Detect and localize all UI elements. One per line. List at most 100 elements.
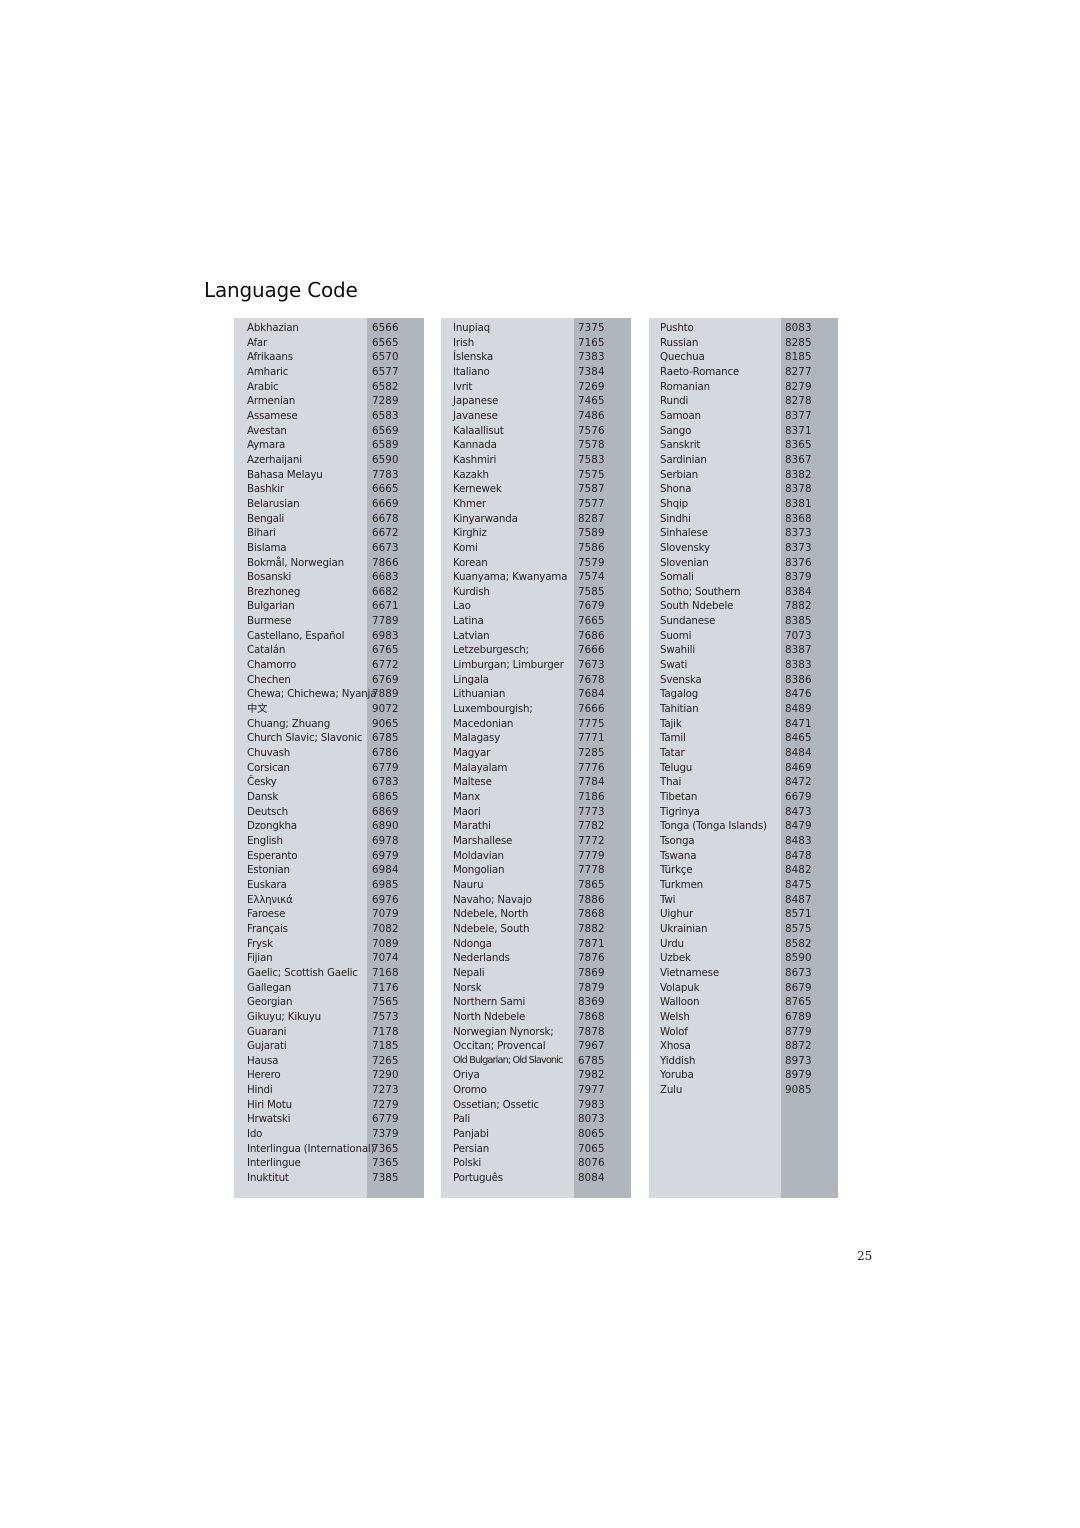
- language-code: 7666: [578, 703, 605, 716]
- language-code: 6783: [372, 776, 399, 789]
- language-name: Polski: [453, 1157, 481, 1170]
- table-row: Fijian 7074: [234, 951, 424, 966]
- table-row: Assamese 6583: [234, 409, 424, 424]
- table-row: Estonian 6984: [234, 863, 424, 878]
- table-row: Pali 8073: [441, 1112, 631, 1127]
- language-code: 8382: [785, 468, 812, 481]
- language-name: Welsh: [660, 1010, 690, 1023]
- table-row: Catalán 6765: [234, 643, 424, 658]
- language-code: 8277: [785, 365, 812, 378]
- table-row: Occitan; Provencal 7967: [441, 1039, 631, 1054]
- table-row: Faroese 7079: [234, 907, 424, 922]
- table-row: Sundanese 8385: [649, 614, 838, 629]
- language-code: 7585: [578, 585, 605, 598]
- language-name: Ndebele, North: [453, 908, 529, 921]
- language-name: Interlingua (International): [247, 1142, 375, 1155]
- language-name: Gaelic; Scottish Gaelic: [247, 966, 358, 979]
- language-code: 8472: [785, 776, 812, 789]
- language-name: Gallegan: [247, 981, 292, 994]
- table-row: Dzongkha 6890: [234, 819, 424, 834]
- table-row: Chechen 6769: [234, 673, 424, 688]
- table-row: Kurdish 7585: [441, 585, 631, 600]
- language-name: Telugu: [660, 761, 693, 774]
- language-name: Turkmen: [660, 878, 703, 891]
- language-code: 7789: [372, 615, 399, 628]
- table-row: Slovenian 8376: [649, 556, 838, 571]
- language-name: Sindhi: [660, 512, 691, 525]
- language-name: Raeto-Romance: [660, 365, 740, 378]
- language-code: 7384: [578, 365, 605, 378]
- language-code: 6865: [372, 791, 399, 803]
- language-code: 7365: [372, 1142, 399, 1155]
- table-row: Magyar 7285: [441, 746, 631, 761]
- language-code: 7871: [578, 937, 605, 950]
- language-name: Sango: [660, 424, 692, 437]
- language-name: Moldavian: [453, 849, 504, 862]
- table-rows: Pushto 8083 Russian 8285 Quechua 8185 Raeto-Ro…: [649, 321, 838, 1098]
- language-code: 7575: [578, 468, 605, 481]
- language-name: Quechua: [660, 351, 705, 364]
- language-code: 7775: [578, 717, 605, 730]
- table-row: Inuktitut 7385: [234, 1171, 424, 1186]
- language-name: Azerhaijani: [247, 453, 302, 466]
- table-row: Tahitian 8489: [649, 702, 838, 717]
- language-code: 8378: [785, 483, 812, 496]
- language-code: 7879: [578, 981, 605, 994]
- table-row: Sanskrit 8365: [649, 438, 838, 453]
- language-code: 7782: [578, 820, 605, 833]
- table-row: Ivrit 7269: [441, 380, 631, 395]
- table-row: Hindi 7273: [234, 1083, 424, 1098]
- table-row: Church Slavic; Slavonic 6785: [234, 731, 424, 746]
- language-code-table-column-2: Inupiaq 7375 Irish 7165 Íslenska 7383 Italiano…: [441, 318, 631, 1198]
- language-code: 6789: [785, 1010, 812, 1023]
- language-name: Slovenian: [660, 556, 709, 569]
- table-row: Navaho; Navajo 7886: [441, 893, 631, 908]
- language-name: Afar: [247, 336, 268, 349]
- language-name: Corsican: [247, 761, 290, 774]
- table-row: Norwegian Nynorsk; 7878: [441, 1025, 631, 1040]
- language-name: Sotho; Southern: [660, 585, 741, 598]
- table-row: Japanese 7465: [441, 394, 631, 409]
- language-code: 7967: [578, 1040, 605, 1053]
- table-row: Nederlands 7876: [441, 951, 631, 966]
- language-name: Fijian: [247, 952, 273, 965]
- table-row: Norsk 7879: [441, 981, 631, 996]
- table-row: Brezhoneg 6682: [234, 585, 424, 600]
- language-code: 8373: [785, 527, 812, 540]
- language-name: Wolof: [660, 1025, 688, 1038]
- table-row: Rundi 8278: [649, 394, 838, 409]
- language-code: 7178: [372, 1025, 399, 1038]
- table-row: Guarani 7178: [234, 1025, 424, 1040]
- table-row: Macedonian 7775: [441, 717, 631, 732]
- language-name: Lao: [453, 600, 471, 613]
- language-name: Maltese: [453, 776, 492, 789]
- table-row: Herero 7290: [234, 1068, 424, 1083]
- language-code: 9072: [372, 703, 399, 716]
- table-row: Français 7082: [234, 922, 424, 937]
- language-code: 8489: [785, 703, 812, 716]
- language-code: 7176: [372, 981, 399, 994]
- language-name: Macedonian: [453, 717, 514, 730]
- table-row: Urdu 8582: [649, 937, 838, 952]
- language-code: 7587: [578, 483, 605, 496]
- language-name: Abkhazian: [247, 322, 299, 334]
- language-code: 6984: [372, 864, 399, 877]
- language-code: 8779: [785, 1025, 812, 1038]
- table-row: Tagalog 8476: [649, 687, 838, 702]
- language-name: Maori: [453, 805, 481, 818]
- table-row: Gikuyu; Kikuyu 7573: [234, 1010, 424, 1025]
- table-row: Javanese 7486: [441, 409, 631, 424]
- language-code: 6582: [372, 380, 399, 393]
- table-row: Tamil 8465: [649, 731, 838, 746]
- table-row: Armenian 7289: [234, 394, 424, 409]
- language-code: 6672: [372, 527, 399, 540]
- table-row: Oriya 7982: [441, 1068, 631, 1083]
- language-code: 8371: [785, 424, 812, 437]
- language-name: Vietnamese: [660, 966, 719, 979]
- language-name: Manx: [453, 791, 481, 803]
- language-name: Inupiaq: [453, 322, 490, 334]
- language-code: 7279: [372, 1098, 399, 1111]
- language-name: Svenska: [660, 673, 702, 686]
- language-name: Inuktitut: [247, 1172, 289, 1185]
- language-name: Suomi: [660, 629, 692, 642]
